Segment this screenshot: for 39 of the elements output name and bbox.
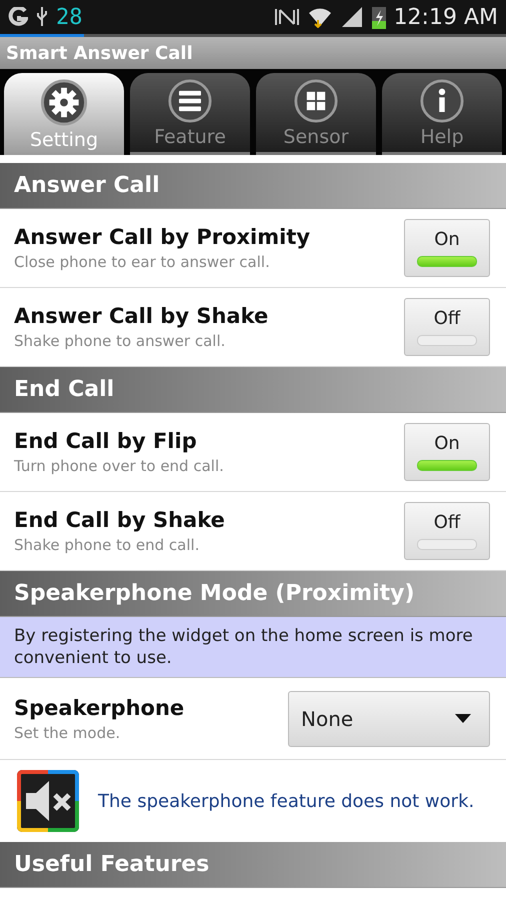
battery-icon (372, 5, 386, 29)
toggle-button[interactable]: On (404, 423, 490, 481)
gear-icon (40, 79, 88, 126)
section-header: Answer Call (0, 163, 506, 209)
app-title: Smart Answer Call (6, 42, 193, 64)
list-icon (166, 79, 214, 123)
dropdown-arrow-icon (455, 714, 471, 724)
usb-icon (36, 6, 48, 28)
setting-description: Close phone to ear to answer call. (14, 253, 271, 271)
toggle-button[interactable]: Off (404, 502, 490, 560)
setting-title: Speakerphone (14, 696, 186, 720)
setting-description: Turn phone over to end call. (14, 457, 225, 475)
setting-description: Shake phone to end call. (14, 536, 200, 554)
setting-title: Answer Call by Proximity (14, 225, 312, 249)
section-header: Speakerphone Mode (Proximity) (0, 571, 506, 617)
speaker-muted-icon (16, 769, 80, 834)
setting-title: Answer Call by Shake (14, 304, 270, 328)
grid-icon (292, 79, 340, 123)
app-logo-icon (8, 7, 28, 27)
setting-title: End Call by Flip (14, 429, 198, 453)
info-banner: By registering the widget on the home screen is more convenient to use. (0, 617, 506, 678)
toggle-button[interactable]: On (404, 219, 490, 277)
setting-description: Set the mode. (14, 724, 122, 742)
signal-icon (340, 6, 364, 28)
nfc-icon (274, 7, 300, 27)
mode-dropdown[interactable]: None (288, 690, 490, 747)
tab[interactable]: Help (382, 73, 502, 155)
setting-title: End Call by Shake (14, 508, 226, 532)
section-header: Useful Features (0, 842, 506, 888)
tab[interactable]: Feature (130, 73, 250, 155)
wifi-icon (308, 6, 332, 28)
tab[interactable]: Sensor (256, 73, 376, 155)
notification-count: 28 (56, 4, 82, 30)
info-icon (418, 79, 466, 123)
setting-description: Shake phone to answer call. (14, 332, 226, 350)
notice-text: The speakerphone feature does not work. (98, 790, 474, 812)
toggle-button[interactable]: Off (404, 298, 490, 356)
section-header: End Call (0, 367, 506, 413)
clock: 12:19 AM (394, 4, 498, 30)
